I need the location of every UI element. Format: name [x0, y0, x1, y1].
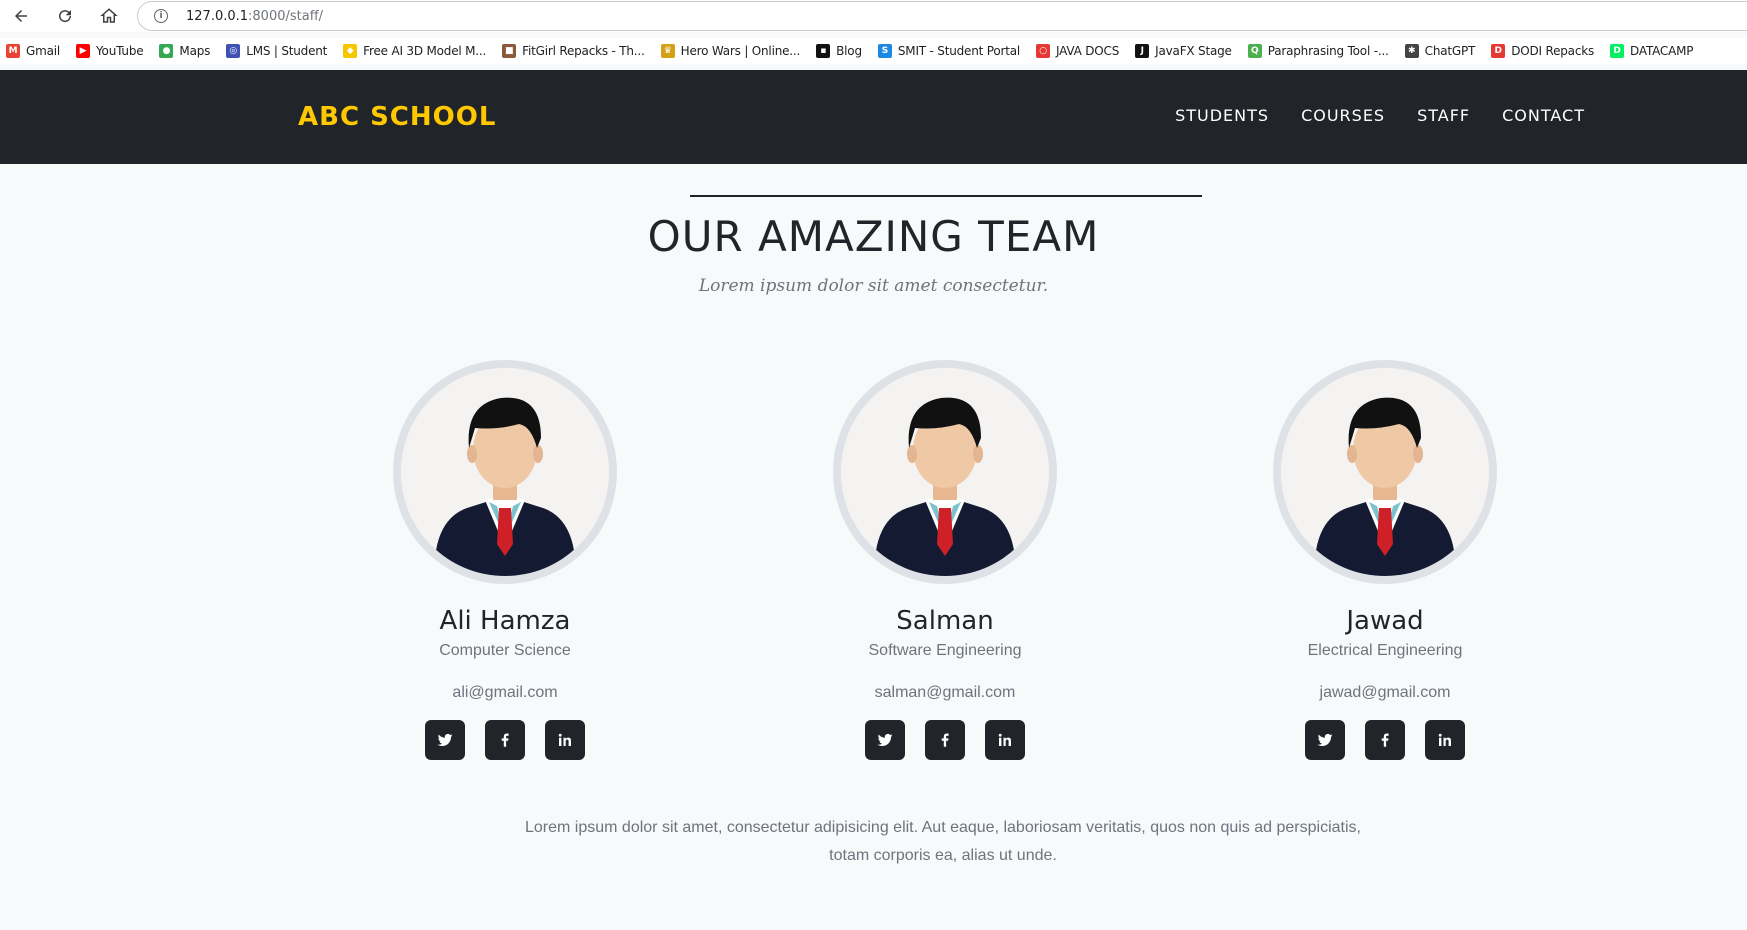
home-icon[interactable] [96, 4, 122, 28]
fitgirl-icon: ■ [502, 44, 517, 58]
avatar [833, 360, 1057, 584]
section-title: OUR AMAZING TEAM [647, 212, 1100, 261]
section-divider [690, 195, 1202, 197]
site-info-icon[interactable]: i [154, 9, 168, 23]
member-department: Computer Science [439, 642, 571, 659]
member-name: Ali Hamza [439, 606, 571, 636]
herowars-icon: ♛ [660, 44, 675, 58]
oracle-icon: ○ [1036, 44, 1051, 58]
bookmarks-bar: M Gmail ▶ YouTube ● Maps ◎ LMS | Student ◆ Free A… [0, 38, 1747, 64]
bookmark-label: DATACAMP [1630, 44, 1694, 58]
datacamp-icon: D [1610, 44, 1625, 58]
member-email[interactable]: ali@gmail.com [305, 684, 705, 702]
member-name: Salman [896, 606, 994, 636]
gmail-icon: M [6, 44, 20, 58]
nav-contact[interactable]: CONTACT [1502, 106, 1585, 125]
social-links [1185, 720, 1585, 760]
nav-courses[interactable]: COURSES [1301, 106, 1385, 125]
bookmark-item[interactable]: D DATACAMP [1610, 44, 1694, 58]
bookmark-item[interactable]: J JavaFX Stage [1135, 44, 1232, 58]
avatar [393, 360, 617, 584]
bookmark-item[interactable]: ● Maps [159, 44, 210, 58]
avatar-icon [1281, 368, 1489, 576]
lms-icon: ◎ [226, 44, 241, 58]
twitter-icon[interactable] [1305, 720, 1345, 760]
smit-icon: S [877, 44, 892, 58]
twitter-icon[interactable] [425, 720, 465, 760]
quillbot-icon: Q [1247, 44, 1262, 58]
bookmark-item[interactable]: ♛ Hero Wars | Online... [660, 44, 801, 58]
bookmark-label: JAVA DOCS [1056, 44, 1120, 58]
brand-logo[interactable]: ABC SCHOOL [298, 102, 496, 132]
facebook-icon[interactable] [925, 720, 965, 760]
bookmark-label: Maps [179, 44, 211, 58]
section-subtitle: Lorem ipsum dolor sit amet consectetur. [698, 276, 1049, 296]
facebook-icon[interactable] [1365, 720, 1405, 760]
linkedin-icon[interactable] [1425, 720, 1465, 760]
bookmark-item[interactable]: ✱ ChatGPT [1404, 44, 1476, 58]
bookmark-label: Free AI 3D Model M... [363, 44, 487, 58]
team-footer-text: Lorem ipsum dolor sit amet, consectetur … [525, 819, 1361, 864]
youtube-icon: ▶ [76, 44, 91, 58]
bookmark-item[interactable]: ▪ Blog [816, 44, 862, 58]
blog-icon: ▪ [816, 44, 831, 58]
team-member-card: Salman Software Engineering salman@gmail… [745, 360, 1145, 760]
site-navbar: ABC SCHOOL STUDENTS COURSES STAFF CONTAC… [0, 70, 1747, 164]
bookmark-label: SMIT - Student Portal [897, 44, 1021, 58]
bookmark-item[interactable]: ◆ Free AI 3D Model M... [343, 44, 486, 58]
bookmark-label: JavaFX Stage [1155, 44, 1232, 58]
social-links [745, 720, 1145, 760]
back-icon[interactable] [8, 4, 34, 28]
maps-icon: ● [159, 44, 174, 58]
bookmark-item[interactable]: M Gmail [6, 44, 60, 58]
facebook-icon[interactable] [485, 720, 525, 760]
linkedin-icon[interactable] [985, 720, 1025, 760]
member-name: Jawad [1346, 606, 1424, 636]
bookmark-item[interactable]: ○ JAVA DOCS [1036, 44, 1119, 58]
bookmark-item[interactable]: S SMIT - Student Portal [877, 44, 1021, 58]
address-bar[interactable]: i 127.0.0.1:8000/staff/ [137, 1, 1747, 31]
javafx-icon: J [1135, 44, 1150, 58]
bookmark-label: Hero Wars | Online... [680, 44, 801, 58]
linkedin-icon[interactable] [545, 720, 585, 760]
avatar-icon [841, 368, 1049, 576]
avatar [1273, 360, 1497, 584]
member-email[interactable]: jawad@gmail.com [1185, 684, 1585, 702]
bookmark-label: LMS | Student [246, 44, 328, 58]
nav-staff[interactable]: STAFF [1417, 106, 1470, 125]
bookmark-item[interactable]: ▶ YouTube [76, 44, 144, 58]
bookmark-label: Gmail [26, 44, 61, 58]
team-member-card: Ali Hamza Computer Science ali@gmail.com [305, 360, 705, 760]
avatar-icon [401, 368, 609, 576]
bookmark-label: YouTube [96, 44, 144, 58]
meshy-icon: ◆ [343, 44, 358, 58]
team-member-card: Jawad Electrical Engineering jawad@gmail… [1185, 360, 1585, 760]
twitter-icon[interactable] [865, 720, 905, 760]
bookmark-label: Paraphrasing Tool -... [1267, 44, 1389, 58]
reload-icon[interactable] [52, 4, 78, 28]
bookmark-item[interactable]: D DODI Repacks [1491, 44, 1594, 58]
bookmark-item[interactable]: ◎ LMS | Student [226, 44, 327, 58]
member-department: Electrical Engineering [1307, 642, 1463, 659]
bookmark-item[interactable]: ■ FitGirl Repacks - Th... [502, 44, 645, 58]
bookmark-label: FitGirl Repacks - Th... [522, 44, 645, 58]
social-links [305, 720, 705, 760]
dodi-icon: D [1491, 44, 1506, 58]
main-menu: STUDENTS COURSES STAFF CONTACT [1143, 106, 1585, 125]
url-text: 127.0.0.1:8000/staff/ [186, 9, 324, 24]
member-department: Software Engineering [868, 642, 1022, 659]
bookmark-label: Blog [836, 44, 862, 58]
bookmark-label: ChatGPT [1424, 44, 1476, 58]
bookmark-item[interactable]: Q Paraphrasing Tool -... [1247, 44, 1389, 58]
chatgpt-icon: ✱ [1404, 44, 1419, 58]
member-email[interactable]: salman@gmail.com [745, 684, 1145, 702]
browser-toolbar: i 127.0.0.1:8000/staff/ [0, 0, 1747, 32]
bookmark-label: DODI Repacks [1511, 44, 1595, 58]
nav-students[interactable]: STUDENTS [1175, 106, 1269, 125]
